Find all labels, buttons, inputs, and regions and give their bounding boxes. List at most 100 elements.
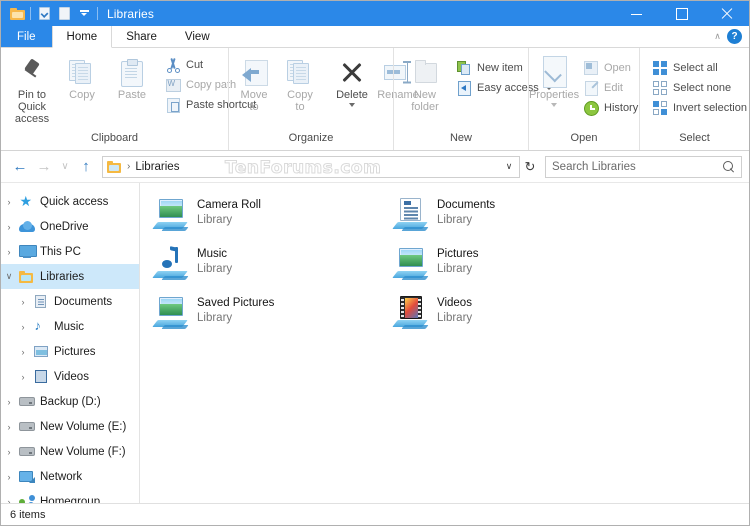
edit-button[interactable]: Edit	[579, 79, 642, 97]
list-item[interactable]: Documents Library	[394, 195, 634, 244]
list-item[interactable]: Videos Library	[394, 293, 634, 342]
properties-dropdown-icon[interactable]	[551, 103, 557, 107]
sidebar-item-new-volume-e[interactable]: › New Volume (E:)	[1, 414, 139, 439]
button-label: Delete	[336, 89, 368, 101]
button-label: Properties	[528, 89, 580, 101]
sidebar-item-onedrive[interactable]: › OneDrive	[1, 214, 139, 239]
select-none-button[interactable]: Select none	[648, 79, 749, 97]
copy-button[interactable]: Copy	[59, 53, 105, 101]
item-count-label: 6 items	[10, 508, 46, 521]
select-all-icon	[652, 60, 668, 76]
search-input[interactable]: Search Libraries	[545, 155, 742, 178]
address-bar[interactable]: › Libraries TenForums.com ∨	[102, 155, 520, 178]
collapse-ribbon-icon[interactable]: ∧	[712, 32, 723, 41]
sidebar-item-pictures[interactable]: › Pictures	[1, 339, 139, 364]
window-title: Libraries	[107, 6, 154, 21]
item-name: Videos	[437, 297, 472, 309]
breadcrumb-separator-icon: ›	[127, 161, 131, 172]
item-name: Camera Roll	[197, 199, 261, 211]
ribbon-group-new: New folder New item Easy access New	[393, 48, 552, 150]
button-label: Pin to Quick access	[14, 89, 50, 125]
chevron-right-icon[interactable]: ›	[1, 497, 17, 504]
chevron-right-icon[interactable]: ›	[1, 197, 17, 207]
sidebar-item-label: Backup (D:)	[40, 395, 101, 408]
history-button[interactable]: History	[579, 99, 642, 117]
group-label-select: Select	[679, 132, 710, 144]
chevron-right-icon[interactable]: ›	[15, 372, 31, 382]
list-item[interactable]: Camera Roll Library	[154, 195, 394, 244]
tab-home[interactable]: Home	[51, 26, 113, 48]
address-dropdown-icon[interactable]: ∨	[501, 161, 517, 172]
picture-library-icon	[154, 197, 188, 231]
tab-view[interactable]: View	[171, 26, 224, 47]
sidebar-item-backup-d[interactable]: › Backup (D:)	[1, 389, 139, 414]
sidebar-item-new-volume-f[interactable]: › New Volume (F:)	[1, 439, 139, 464]
sidebar-item-music[interactable]: › ♪ Music	[1, 314, 139, 339]
breadcrumb[interactable]: Libraries	[135, 161, 179, 173]
open-button[interactable]: Open	[579, 59, 642, 77]
chevron-down-icon[interactable]: ∨	[1, 271, 17, 282]
list-item[interactable]: Music Library	[154, 244, 394, 293]
ribbon-group-open: Properties Open Edit History Open	[528, 48, 642, 150]
chevron-right-icon[interactable]: ›	[1, 422, 17, 432]
back-button[interactable]: ←	[8, 155, 32, 179]
tab-share[interactable]: Share	[112, 26, 171, 47]
file-list[interactable]: Camera Roll Library Documents Library Mu…	[140, 183, 749, 503]
chevron-right-icon[interactable]: ›	[1, 222, 17, 232]
chevron-right-icon[interactable]: ›	[1, 397, 17, 407]
chevron-right-icon[interactable]: ›	[1, 447, 17, 457]
list-item[interactable]: Pictures Library	[394, 244, 634, 293]
invert-selection-button[interactable]: Invert selection	[648, 99, 749, 117]
sidebar-item-label: Libraries	[40, 270, 85, 283]
ribbon-tabs: File Home Share View ∧ ?	[1, 26, 749, 48]
button-label: Invert selection	[673, 102, 747, 114]
new-folder-icon[interactable]	[54, 4, 74, 24]
select-all-button[interactable]: Select all	[648, 59, 749, 77]
up-button[interactable]: ↑	[74, 155, 98, 179]
minimize-button[interactable]	[614, 1, 659, 26]
sidebar-item-homegroup[interactable]: › Homegroup	[1, 489, 139, 503]
pin-to-quick-access-button[interactable]: Pin to Quick access	[9, 53, 55, 125]
new-folder-icon	[412, 55, 438, 89]
sidebar-item-libraries[interactable]: ∨ Libraries	[1, 264, 139, 289]
chevron-right-icon[interactable]: ›	[15, 297, 31, 307]
new-folder-button[interactable]: New folder	[402, 53, 448, 113]
maximize-button[interactable]	[659, 1, 704, 26]
sidebar-item-documents[interactable]: › Documents	[1, 289, 139, 314]
sidebar-item-network[interactable]: › Network	[1, 464, 139, 489]
move-to-button[interactable]: Move to	[231, 53, 277, 113]
button-label: Edit	[604, 82, 623, 94]
group-label-organize: Organize	[288, 132, 334, 144]
delete-dropdown-icon[interactable]	[349, 103, 355, 107]
sidebar-item-videos[interactable]: › Videos	[1, 364, 139, 389]
properties-check-icon[interactable]	[34, 4, 54, 24]
recent-locations-button[interactable]: ∨	[56, 155, 74, 179]
chevron-right-icon[interactable]: ›	[15, 347, 31, 357]
navigation-pane[interactable]: › ★ Quick access › OneDrive › This PC ∨ …	[1, 183, 140, 503]
chevron-right-icon[interactable]: ›	[1, 472, 17, 482]
button-label: Paste	[117, 89, 147, 101]
sidebar-item-label: Videos	[54, 370, 89, 383]
sidebar-item-this-pc[interactable]: › This PC	[1, 239, 139, 264]
copy-icon	[69, 55, 95, 89]
folder-icon[interactable]	[7, 4, 27, 24]
refresh-button[interactable]: ↻	[520, 155, 540, 179]
customize-dropdown-icon[interactable]	[74, 4, 94, 24]
copy-to-button[interactable]: Copy to	[277, 53, 323, 113]
easy-access-icon	[456, 80, 472, 96]
search-icon[interactable]	[723, 160, 735, 173]
close-button[interactable]	[704, 1, 749, 26]
item-name: Saved Pictures	[197, 297, 275, 309]
paste-button[interactable]: Paste	[109, 53, 155, 101]
forward-button[interactable]: →	[32, 155, 56, 179]
list-item[interactable]: Saved Pictures Library	[154, 293, 394, 342]
help-button[interactable]: ?	[727, 29, 743, 45]
delete-button[interactable]: Delete	[329, 53, 375, 107]
chevron-right-icon[interactable]: ›	[1, 247, 17, 257]
cloud-icon	[17, 221, 36, 232]
sidebar-item-quick-access[interactable]: › ★ Quick access	[1, 189, 139, 214]
properties-button[interactable]: Properties	[528, 53, 580, 107]
chevron-right-icon[interactable]: ›	[15, 322, 31, 332]
button-label: New item	[477, 62, 523, 74]
tab-file[interactable]: File	[1, 26, 52, 47]
